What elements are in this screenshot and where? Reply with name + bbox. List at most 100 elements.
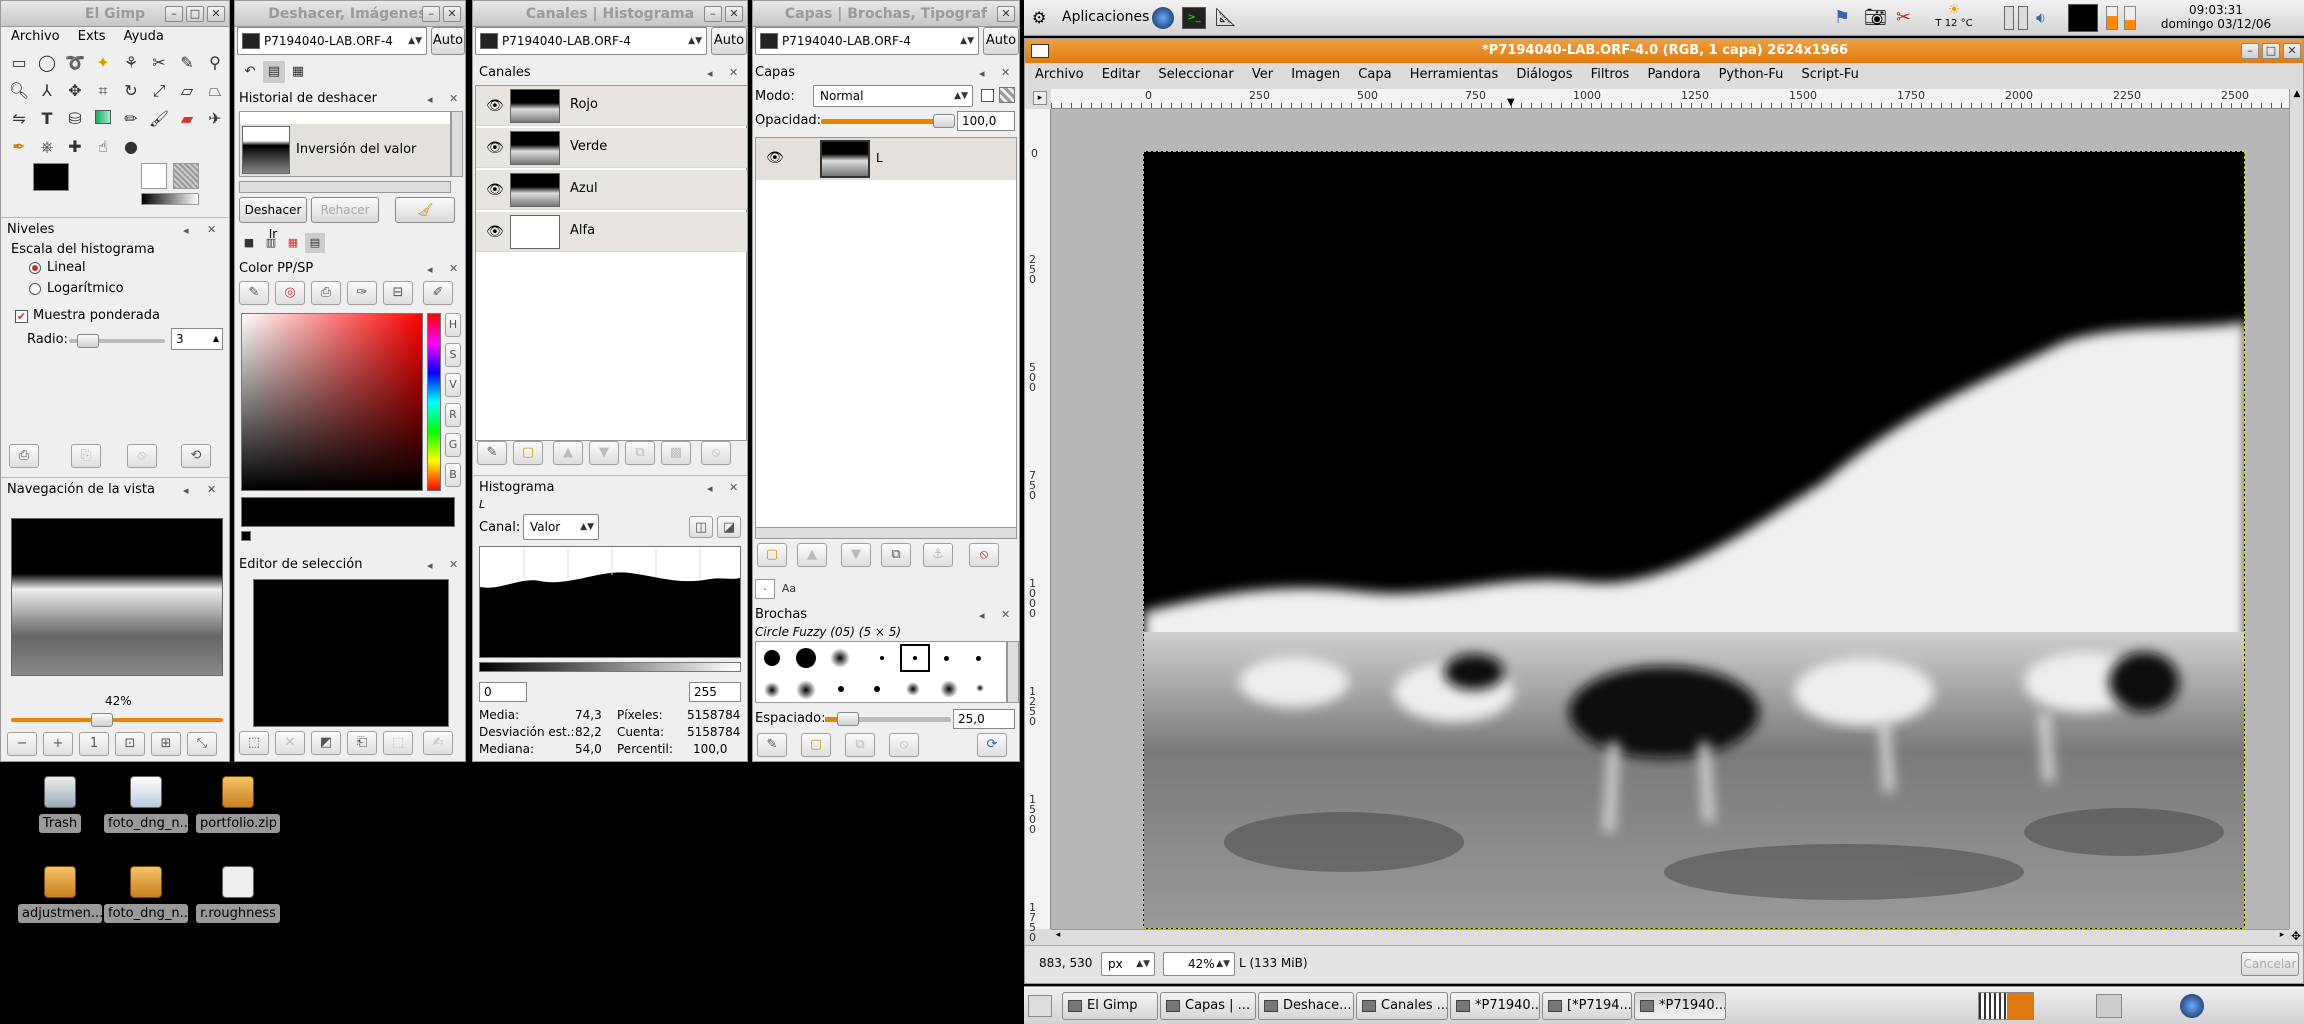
scales-selector-icon[interactable]: ⊟ (383, 281, 413, 305)
zoom-in-icon[interactable]: + (43, 732, 73, 756)
brush-item[interactable] (796, 680, 816, 700)
channels-titlebar[interactable]: Canales | Histograma – ✕ (473, 1, 747, 27)
auto-button[interactable]: Auto (983, 27, 1019, 55)
text-icon[interactable]: T (33, 105, 61, 133)
nav-button-icon[interactable]: ▲ (2290, 89, 2303, 105)
horizontal-ruler[interactable]: 0 250 500 750 1000 1250 1500 1750 2000 2… (1051, 89, 2289, 109)
desktop-icon-roughness[interactable]: r.roughness (196, 866, 280, 926)
volume-icon[interactable]: 🔉︎ (2036, 6, 2056, 30)
layer-row[interactable]: 👁︎ L (756, 138, 1016, 180)
task-el-gimp[interactable]: El Gimp (1062, 992, 1158, 1020)
navigation-preview[interactable] (11, 518, 223, 676)
levels-delete-icon[interactable]: ⦸ (127, 444, 157, 468)
brush-item[interactable] (976, 684, 984, 692)
minimize-icon[interactable]: – (704, 6, 722, 22)
color-history-swatch[interactable] (241, 531, 251, 541)
lower-layer-icon[interactable]: ▼ (841, 543, 871, 567)
image-select[interactable]: P7194040-LAB.ORF-4 ▲▼ (237, 27, 427, 55)
menu-herramientas[interactable]: Herramientas (1410, 67, 1499, 82)
new-channel-icon[interactable]: ▢ (513, 441, 543, 465)
undo-history-item[interactable]: Inversión del valor (240, 124, 450, 176)
desktop-icon-adjustments[interactable]: adjustmen... (18, 866, 102, 926)
tools-icon[interactable]: ✂ (1896, 6, 1920, 30)
tray-window-icon[interactable] (2096, 994, 2122, 1018)
eye-icon[interactable]: 👁︎ (766, 150, 784, 166)
scissors-icon[interactable]: ✂ (145, 49, 173, 77)
undo-history-list[interactable]: Inversión del valor (239, 111, 451, 177)
brush-item[interactable] (764, 682, 780, 698)
image-titlebar[interactable]: *P7194040-LAB.ORF-4.0 (RGB, 1 capa) 2624… (1025, 39, 2303, 63)
ellipse-select-icon[interactable]: ◯ (33, 49, 61, 77)
tab-fgbg-icon[interactable]: ■ (239, 233, 259, 253)
brush-scrollbar[interactable] (1007, 641, 1019, 703)
channel-r-tab[interactable]: R (445, 403, 461, 427)
delete-channel-icon[interactable]: ⦸ (701, 441, 731, 465)
brush-grid[interactable] (755, 641, 1007, 703)
eraser-icon[interactable]: ▰ (173, 105, 201, 133)
weighted-checkbox[interactable]: ✔ (15, 310, 28, 323)
panel-close-icon[interactable]: ✕ (449, 558, 458, 571)
channel-s-tab[interactable]: S (445, 343, 461, 367)
horizontal-scrollbar[interactable]: ◂ ▸ (1051, 929, 2289, 943)
zoom-select[interactable]: 42% ▲▼ (1163, 952, 1235, 976)
menu-script-fu[interactable]: Script-Fu (1801, 67, 1858, 82)
ink-icon[interactable]: ✒ (5, 133, 33, 161)
camera-icon[interactable]: 📷︎ (1864, 6, 1890, 30)
delete-layer-icon[interactable]: ⦸ (969, 543, 999, 567)
minimize-icon[interactable]: – (2241, 43, 2259, 59)
draw-icon[interactable]: 📐︎ (1214, 6, 1238, 30)
brush-item[interactable] (944, 656, 949, 661)
spacing-slider-handle[interactable] (837, 712, 859, 726)
lock-alpha-icon[interactable] (999, 87, 1015, 103)
radius-spin[interactable]: 3 ▲ (171, 328, 223, 350)
new-brush-icon[interactable]: ▢ (801, 733, 831, 757)
panel-menu-icon[interactable]: ◂ (183, 224, 189, 237)
histogram-view[interactable] (479, 546, 741, 658)
monitor-icon[interactable] (2068, 4, 2098, 32)
brush-item[interactable] (976, 656, 981, 661)
menu-pandora[interactable]: Pandora (1647, 67, 1700, 82)
minimize-icon[interactable]: – (165, 6, 183, 22)
linear-radio[interactable] (29, 262, 41, 274)
task-image-1[interactable]: *P71940... (1450, 992, 1540, 1020)
current-color-bar[interactable] (241, 497, 455, 527)
triangle-selector-icon[interactable]: ◎ (275, 281, 305, 305)
select-invert-icon[interactable]: ◩ (311, 731, 341, 755)
close-icon[interactable]: ✕ (443, 6, 461, 22)
tab-fonts-icon[interactable]: Aa (779, 579, 799, 599)
tab-gray-icon[interactable]: ▥ (261, 233, 281, 253)
close-icon[interactable]: ✕ (997, 6, 1015, 22)
channel-h-tab[interactable]: H (445, 313, 461, 337)
task-image-3[interactable]: *P71940... (1634, 992, 1726, 1020)
panel-close-icon[interactable]: ✕ (729, 66, 738, 79)
refresh-brushes-icon[interactable]: ⟳ (977, 733, 1007, 757)
tab-brushes-icon[interactable]: · (755, 579, 775, 599)
clone-icon[interactable]: ⎈ (33, 133, 61, 161)
panel-menu-icon[interactable]: ◂ (707, 482, 713, 495)
menu-archivo[interactable]: Archivo (1035, 67, 1084, 82)
panel-close-icon[interactable]: ✕ (1001, 608, 1010, 621)
panel-close-icon[interactable]: ✕ (449, 92, 458, 105)
panel-close-icon[interactable]: ✕ (449, 262, 458, 275)
menu-exts[interactable]: Exts (78, 29, 106, 44)
brush-item[interactable] (940, 680, 958, 698)
shear-icon[interactable]: ▱ (173, 77, 201, 105)
radius-slider[interactable] (69, 334, 165, 348)
levels-restore-icon[interactable]: ⎘ (71, 444, 101, 468)
navigate-icon[interactable]: ✥ (2289, 929, 2303, 943)
menu-filtros[interactable]: Filtros (1591, 67, 1630, 82)
dodge-burn-icon[interactable]: ● (117, 133, 145, 161)
panel-menu-icon[interactable]: ◂ (427, 263, 433, 276)
channel-g-tab[interactable]: G (445, 433, 461, 457)
raise-channel-icon[interactable]: ▲ (553, 441, 583, 465)
workspace-switcher[interactable] (1978, 992, 2034, 1020)
move-icon[interactable]: ✥ (61, 77, 89, 105)
delete-brush-icon[interactable]: ⦸ (889, 733, 919, 757)
close-icon[interactable]: ✕ (725, 6, 743, 22)
panel-close-icon[interactable]: ✕ (729, 481, 738, 494)
duplicate-brush-icon[interactable]: ⧉ (845, 733, 875, 757)
scale-icon[interactable]: ⤢ (145, 77, 173, 105)
menu-ver[interactable]: Ver (1252, 67, 1273, 82)
brush-preview[interactable] (141, 163, 167, 189)
desktop-icon-trash[interactable]: Trash (18, 776, 102, 836)
